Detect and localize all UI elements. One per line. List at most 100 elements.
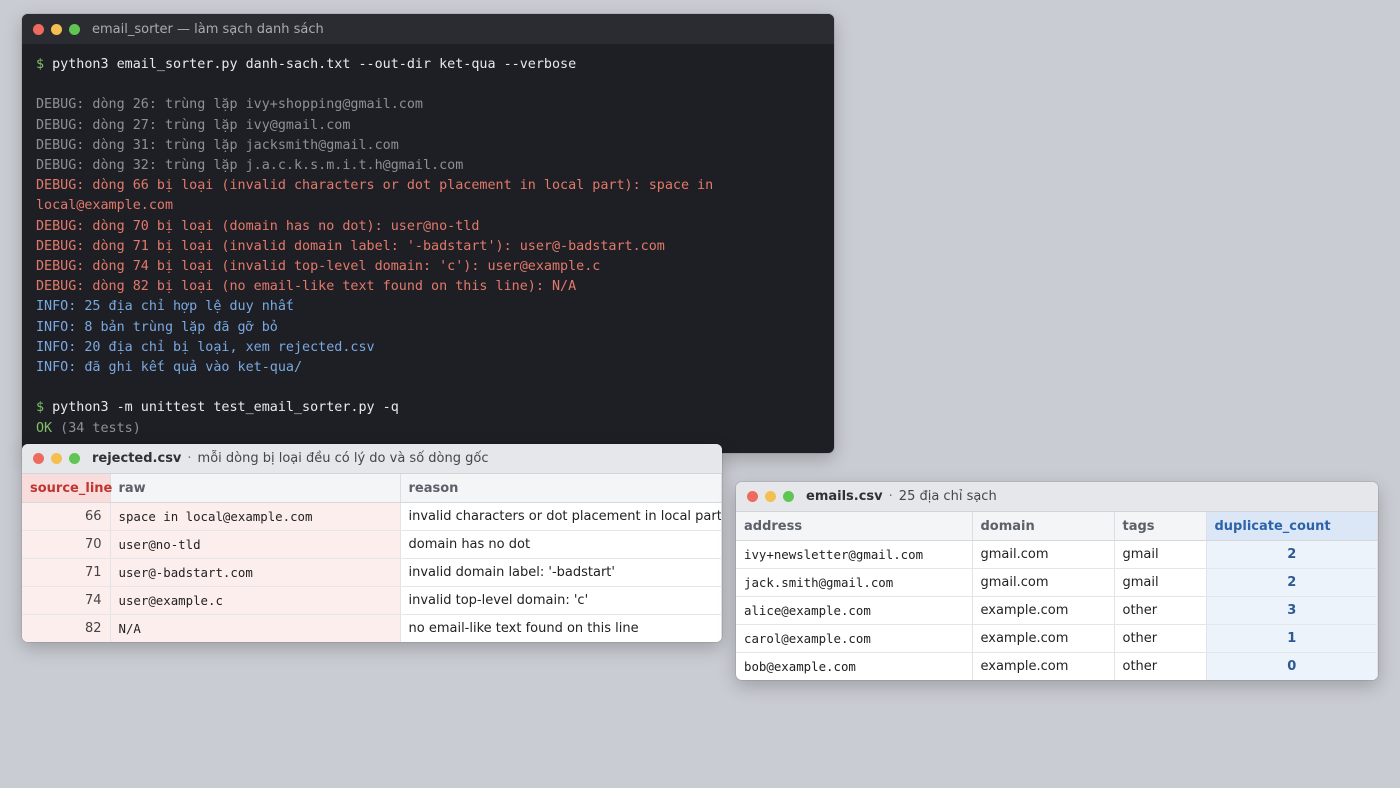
reason-cell[interactable]: domain has no dot (400, 530, 722, 559)
emails-titlebar[interactable]: emails.csv · 25 địa chỉ sạch (736, 482, 1378, 512)
column-header-duplicate-count[interactable]: duplicate_count (1206, 512, 1378, 541)
command-line: $ python3 email_sorter.py danh-sach.txt … (36, 55, 820, 75)
prompt-symbol: $ (36, 400, 45, 416)
table-row[interactable]: 82 N/A no email-like text found on this li… (22, 614, 722, 642)
minimize-icon[interactable] (765, 491, 776, 502)
command-line: $ python3 -m unittest test_email_sorter.… (36, 398, 820, 418)
tags-cell[interactable]: other (1114, 652, 1207, 680)
domain-cell[interactable]: example.com (972, 652, 1115, 680)
close-icon[interactable] (33, 453, 44, 464)
duplicate-count-cell[interactable]: 1 (1206, 624, 1378, 653)
emails-csv-window[interactable]: emails.csv · 25 địa chỉ sạch address dom… (736, 482, 1378, 680)
reason-cell[interactable]: invalid top-level domain: 'c' (400, 586, 722, 615)
output-line: INFO: 20 địa chỉ bị loại, xem rejected.c… (36, 339, 375, 355)
ok-status: OK (36, 420, 53, 436)
emails-table[interactable]: address domain tags duplicate_count ivy+… (736, 512, 1378, 680)
source-line-cell[interactable]: 71 (22, 558, 111, 587)
terminal-title: email_sorter — làm sạch danh sách (92, 21, 324, 37)
column-header-reason[interactable]: reason (400, 474, 722, 503)
column-header-address[interactable]: address (736, 512, 973, 541)
close-icon[interactable] (33, 23, 44, 35)
table-row[interactable]: 71 user@-badstart.com invalid domain label… (22, 558, 722, 587)
duplicate-count-cell[interactable]: 3 (1206, 596, 1378, 625)
file-name: rejected.csv (92, 451, 182, 466)
raw-cell[interactable]: user@no-tld (110, 530, 401, 559)
output-line: INFO: đã ghi kết quả vào ket-qua/ (36, 360, 303, 376)
duplicate-count-cell[interactable]: 0 (1206, 652, 1378, 680)
column-header-domain[interactable]: domain (972, 512, 1115, 541)
test-count: (34 tests) (52, 420, 141, 436)
raw-cell[interactable]: space in local@example.com (110, 502, 401, 531)
output-line: DEBUG: dòng 74 bị loại (invalid top-leve… (36, 259, 601, 275)
terminal-titlebar[interactable]: email_sorter — làm sạch danh sách (22, 14, 834, 44)
output-line: local@example.com (36, 198, 174, 214)
maximize-icon[interactable] (69, 23, 80, 35)
column-header-source-line[interactable]: source_line (22, 474, 112, 503)
table-row[interactable]: jack.smith@gmail.com gmail.com gmail 2 (736, 568, 1378, 597)
reason-cell[interactable]: invalid characters or dot placement in l… (400, 502, 722, 531)
terminal-output[interactable]: $ python3 email_sorter.py danh-sach.txt … (22, 44, 834, 450)
output-line: DEBUG: dòng 71 bị loại (invalid domain l… (36, 238, 665, 254)
raw-cell[interactable]: N/A (110, 614, 401, 642)
source-line-cell[interactable]: 66 (22, 502, 111, 531)
window-controls (33, 23, 80, 35)
rejected-table[interactable]: source_line raw reason 66 space in local@… (22, 474, 722, 642)
table-row[interactable]: bob@example.com example.com other 0 (736, 652, 1378, 680)
table-row[interactable]: carol@example.com example.com other 1 (736, 624, 1378, 653)
column-header-tags[interactable]: tags (1114, 512, 1207, 541)
output-line: DEBUG: dòng 70 bị loại (domain has no do… (36, 218, 480, 234)
minimize-icon[interactable] (51, 453, 62, 464)
table-row[interactable]: ivy+newsletter@gmail.com gmail.com gmail 2 (736, 540, 1378, 569)
raw-cell[interactable]: user@-badstart.com (110, 558, 401, 587)
output-line: INFO: 25 địa chỉ hợp lệ duy nhất (36, 299, 294, 315)
reason-cell[interactable]: invalid domain label: '-badstart' (400, 558, 722, 587)
output-line: DEBUG: dòng 82 bị loại (no email-like te… (36, 279, 577, 295)
domain-cell[interactable]: example.com (972, 624, 1115, 653)
address-cell[interactable]: bob@example.com (736, 652, 973, 680)
address-cell[interactable]: jack.smith@gmail.com (736, 568, 973, 597)
domain-cell[interactable]: example.com (972, 596, 1115, 625)
duplicate-count-cell[interactable]: 2 (1206, 568, 1378, 597)
table-row[interactable]: alice@example.com example.com other 3 (736, 596, 1378, 625)
source-line-cell[interactable]: 74 (22, 586, 111, 615)
maximize-icon[interactable] (69, 453, 80, 464)
tags-cell[interactable]: gmail (1114, 540, 1207, 569)
output-line: DEBUG: dòng 32: trùng lặp j.a.c.k.s.m.i.… (36, 158, 464, 173)
output-line: DEBUG: dòng 31: trùng lặp jacksmith@gmai… (36, 137, 399, 153)
duplicate-count-cell[interactable]: 2 (1206, 540, 1378, 569)
tags-cell[interactable]: other (1114, 624, 1207, 653)
output-line: DEBUG: dòng 27: trùng lặp ivy@gmail.com (36, 117, 351, 133)
address-cell[interactable]: alice@example.com (736, 596, 973, 625)
table-row[interactable]: 66 space in local@example.com invalid char… (22, 502, 722, 531)
prompt-symbol: $ (36, 57, 45, 72)
reason-cell[interactable]: no email-like text found on this line (400, 614, 722, 642)
tags-cell[interactable]: gmail (1114, 568, 1207, 597)
window-controls (747, 491, 794, 502)
source-line-cell[interactable]: 70 (22, 530, 111, 559)
output-line: OK (34 tests) (36, 419, 820, 439)
terminal-window[interactable]: email_sorter — làm sạch danh sách $ pyth… (22, 14, 834, 453)
minimize-icon[interactable] (51, 23, 62, 35)
rejected-csv-window[interactable]: rejected.csv · mỗi dòng bị loại đều có l… (22, 444, 722, 642)
address-cell[interactable]: carol@example.com (736, 624, 973, 653)
table-row[interactable]: 70 user@no-tld domain has no dot (22, 530, 722, 559)
tags-cell[interactable]: other (1114, 596, 1207, 625)
source-line-cell[interactable]: 82 (22, 614, 111, 642)
command-text: python3 email_sorter.py danh-sach.txt --… (44, 57, 577, 72)
table-row[interactable]: 74 user@example.c invalid top-level domain… (22, 586, 722, 615)
window-controls (33, 453, 80, 464)
domain-cell[interactable]: gmail.com (972, 540, 1115, 569)
raw-cell[interactable]: user@example.c (110, 586, 401, 615)
column-header-raw[interactable]: raw (110, 474, 401, 503)
title-separator: · (187, 451, 192, 466)
address-cell[interactable]: ivy+newsletter@gmail.com (736, 540, 973, 569)
close-icon[interactable] (747, 491, 758, 502)
domain-cell[interactable]: gmail.com (972, 568, 1115, 597)
maximize-icon[interactable] (783, 491, 794, 502)
output-line: DEBUG: dòng 66 bị loại (invalid characte… (36, 178, 714, 194)
header-row: address domain tags duplicate_count (736, 512, 1378, 541)
title-separator: · (888, 489, 893, 504)
rejected-titlebar[interactable]: rejected.csv · mỗi dòng bị loại đều có l… (22, 444, 722, 474)
